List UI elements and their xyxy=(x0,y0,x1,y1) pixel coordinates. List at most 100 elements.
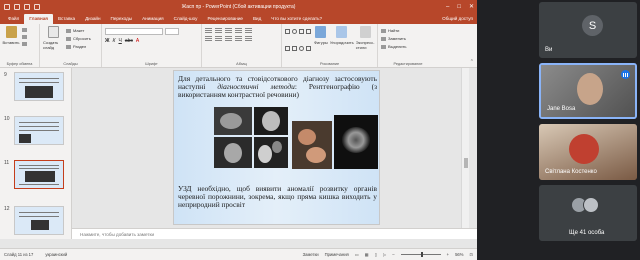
zoom-in-icon[interactable]: + xyxy=(447,252,449,257)
quick-styles-button[interactable]: Экспресс-стили xyxy=(356,26,374,60)
drawing-group-label: Рисование xyxy=(319,62,340,66)
zoom-out-icon[interactable]: – xyxy=(392,252,394,257)
reading-view-icon[interactable]: ▯ xyxy=(375,252,377,257)
new-slide-button[interactable]: Создать слайд xyxy=(43,26,63,60)
current-slide[interactable]: Для детального та стовідсоткового діагно… xyxy=(173,70,380,225)
font-family-select[interactable] xyxy=(105,28,163,35)
bullets-icon[interactable] xyxy=(205,28,212,33)
tab-transitions[interactable]: Переходы xyxy=(106,14,138,24)
new-slide-icon xyxy=(47,26,59,38)
tab-insert[interactable]: Вставка xyxy=(53,14,80,24)
reset-button[interactable]: Сбросить xyxy=(66,36,91,41)
brush-icon xyxy=(22,42,27,46)
new-slide-label: Создать слайд xyxy=(43,40,59,50)
font-color-button[interactable]: A xyxy=(136,38,139,44)
align-center-icon[interactable] xyxy=(215,36,222,41)
ultrasound-image xyxy=(334,115,378,169)
zoom-slider[interactable] xyxy=(400,252,441,257)
slide-thumbnail-11[interactable] xyxy=(14,160,64,189)
shapes-gallery[interactable] xyxy=(285,26,311,60)
share-button[interactable]: Общий доступ xyxy=(442,16,473,24)
tab-animations[interactable]: Анимация xyxy=(137,14,169,24)
thumb-number-12: 12 xyxy=(4,206,10,212)
font-size-select[interactable] xyxy=(165,28,179,35)
comments-toggle[interactable]: Примечания xyxy=(325,252,349,257)
section-icon xyxy=(66,44,71,49)
quick-styles-icon xyxy=(359,26,371,38)
tab-file[interactable]: Файл xyxy=(3,14,24,24)
strike-button[interactable]: abc xyxy=(125,38,133,44)
numbering-icon[interactable] xyxy=(215,28,222,33)
slideshow-view-icon[interactable]: ▷ xyxy=(383,252,386,257)
align-right-icon[interactable] xyxy=(225,36,232,41)
slide-thumbnail-12[interactable] xyxy=(14,206,64,235)
find-button[interactable]: Найти xyxy=(381,28,406,33)
slides-group: Создать слайд Макет Сбросить Раздел Слай… xyxy=(40,24,102,67)
tab-home[interactable]: Главная xyxy=(24,14,53,24)
powerpoint-window: Жасп пр - PowerPoint (Сбой активации про… xyxy=(0,0,477,260)
zoom-level[interactable]: 56% xyxy=(455,252,463,257)
tab-review[interactable]: Рецензирование xyxy=(202,14,247,24)
slide-text-bottom[interactable]: УЗД необхідно, щоб виявити аномалії розв… xyxy=(178,184,377,210)
language-indicator[interactable]: украинский xyxy=(45,252,67,257)
ribbon-tabs: Файл Главная Вставка Дизайн Переходы Ани… xyxy=(0,13,477,24)
collapse-ribbon-icon[interactable]: ⌃ xyxy=(470,59,474,65)
copy-button[interactable] xyxy=(22,35,27,39)
arrange-button[interactable]: Упорядочить xyxy=(330,26,354,60)
scrollbar-thumb[interactable] xyxy=(464,158,468,168)
close-icon[interactable]: ✕ xyxy=(469,3,474,10)
layout-button[interactable]: Макет xyxy=(66,28,91,33)
paragraph-group-label: Абзац xyxy=(236,62,247,66)
participant-tile-svitlana[interactable]: Світлана Костенко xyxy=(539,124,637,180)
vertical-scrollbar[interactable] xyxy=(461,68,469,228)
bold-button[interactable]: Ж xyxy=(105,38,110,44)
sorter-view-icon[interactable]: ▦ xyxy=(365,252,369,257)
slide-thumbnail-9[interactable] xyxy=(14,72,64,101)
section-button[interactable]: Раздел xyxy=(66,44,91,49)
paste-button[interactable]: Вставить xyxy=(3,26,19,60)
xray-image-3 xyxy=(214,137,252,168)
format-painter-button[interactable] xyxy=(22,42,27,46)
select-button[interactable]: Выделить xyxy=(381,44,406,49)
maximize-icon[interactable]: □ xyxy=(457,4,461,10)
avatar xyxy=(583,197,599,213)
tell-me-search[interactable]: Что вы хотите сделать? xyxy=(266,14,327,24)
more-participants-label: Ще 41 особа xyxy=(569,230,605,236)
cut-button[interactable] xyxy=(22,28,27,32)
normal-view-icon[interactable]: ▭ xyxy=(355,252,359,257)
slide-text-top[interactable]: Для детального та стовідсоткового діагно… xyxy=(178,74,377,100)
tab-view[interactable]: Вид xyxy=(248,14,266,24)
decrease-indent-icon[interactable] xyxy=(225,28,232,33)
notes-input[interactable]: Нажмите, чтобы добавить заметки xyxy=(72,228,477,239)
participant-avatars xyxy=(571,197,599,213)
thumb-number-9: 9 xyxy=(4,72,7,78)
tab-slideshow[interactable]: Слайд-шоу xyxy=(169,14,203,24)
line-spacing-icon[interactable] xyxy=(245,28,252,33)
underline-button[interactable]: Ч xyxy=(118,38,121,44)
fit-slide-icon[interactable]: ⊡ xyxy=(469,252,473,257)
replace-button[interactable]: Заменить xyxy=(381,36,406,41)
window-controls: – □ ✕ xyxy=(446,0,474,13)
italic-button[interactable]: К xyxy=(113,38,116,44)
copy-icon xyxy=(22,35,27,39)
editor-area: 9 10 11 12 Для детального та стовідсотко… xyxy=(0,68,477,248)
paste-label: Вставить xyxy=(2,40,20,45)
notes-toggle[interactable]: Заметки xyxy=(303,252,319,257)
participant-tile-jane[interactable]: Jane Bosa xyxy=(539,63,637,119)
tab-design[interactable]: Дизайн xyxy=(80,14,105,24)
justify-icon[interactable] xyxy=(235,36,242,41)
shapes-button[interactable]: Фигуры xyxy=(314,26,328,60)
minimize-icon[interactable]: – xyxy=(446,4,449,10)
editing-group-label: Редактирование xyxy=(393,62,423,66)
clipboard-group-label: Буфер обмена xyxy=(6,62,33,66)
align-left-icon[interactable] xyxy=(205,36,212,41)
participant-name: Світлана Костенко xyxy=(545,169,597,175)
slide-thumbnail-10[interactable] xyxy=(14,116,64,145)
participant-face xyxy=(577,73,603,105)
xray-image-2 xyxy=(254,107,288,135)
increase-indent-icon[interactable] xyxy=(235,28,242,33)
more-participants-tile[interactable]: Ще 41 особа xyxy=(539,185,637,241)
columns-icon[interactable] xyxy=(245,36,252,41)
participant-tile-self[interactable]: S Ви xyxy=(539,2,637,58)
scissors-icon xyxy=(22,28,27,32)
